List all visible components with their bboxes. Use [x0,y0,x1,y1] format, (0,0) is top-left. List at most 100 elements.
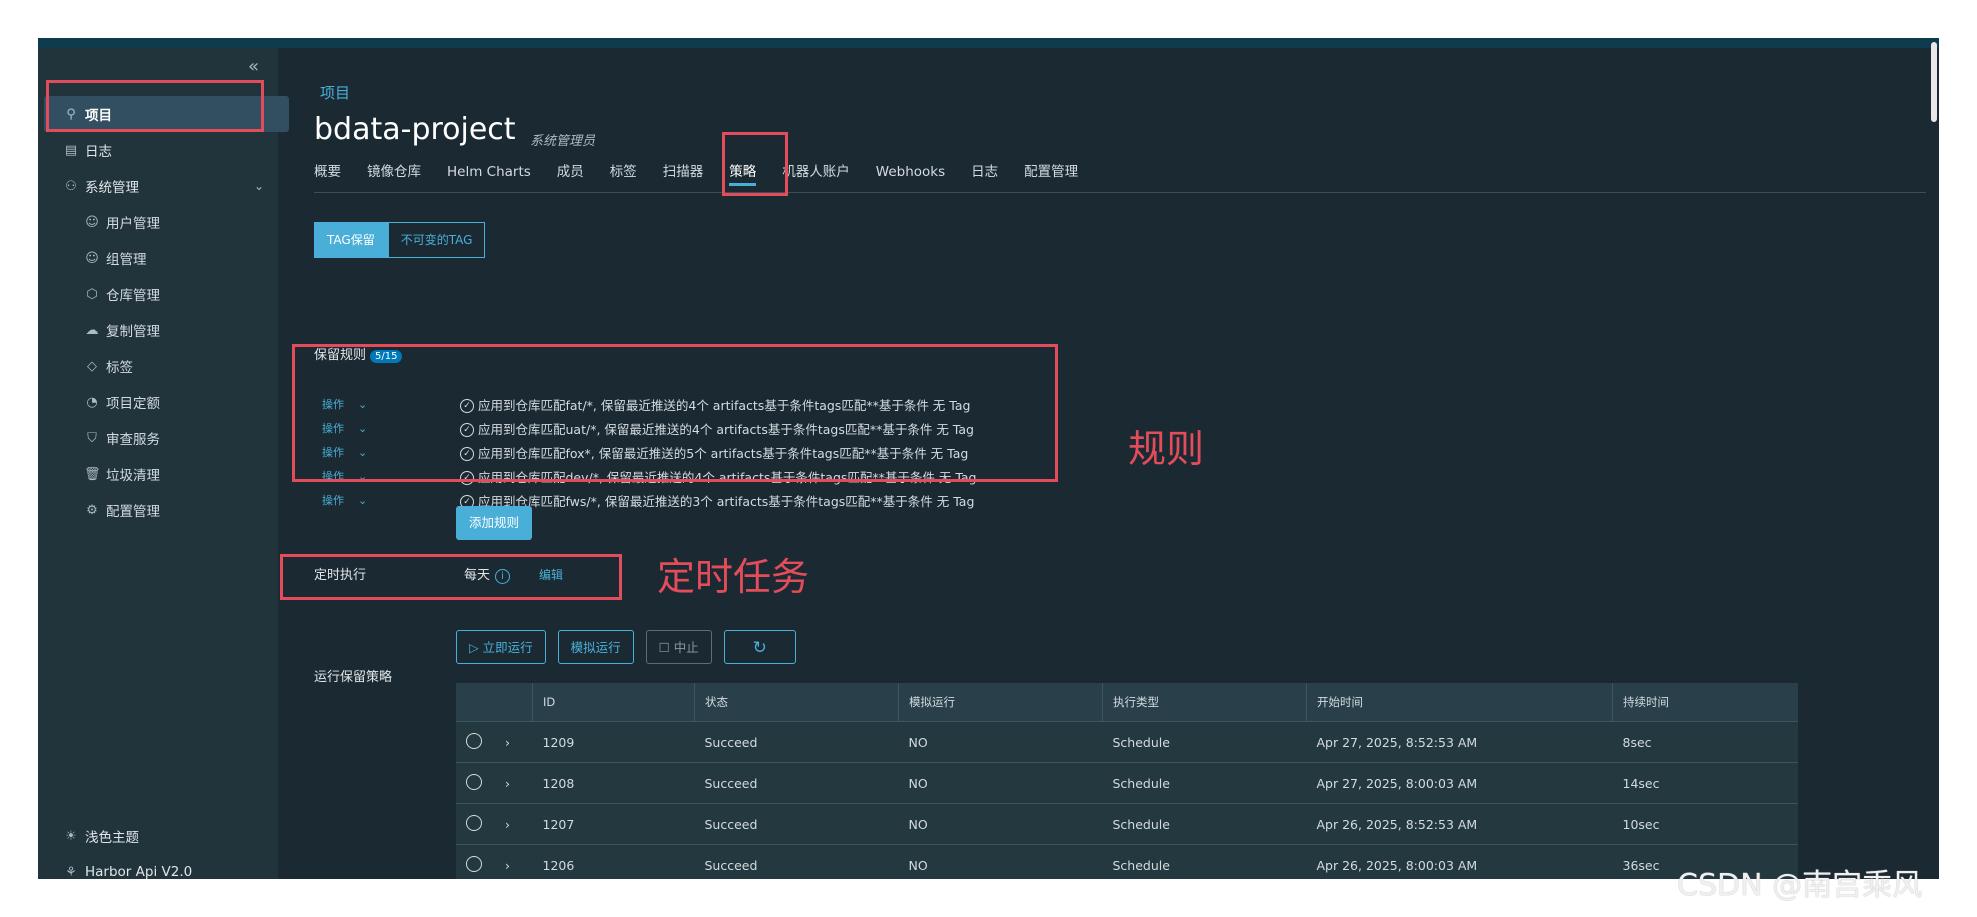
cell-id: 1206 [532,844,695,879]
tab-members[interactable]: 成员 [557,162,584,188]
theme-label: 浅色主题 [85,830,139,846]
sidebar-item-label: 配置管理 [106,504,160,520]
column-header-trigger[interactable]: 执行类型 [1102,683,1307,722]
log-icon: ▤ [64,142,78,158]
column-header-status[interactable]: 状态 [694,683,899,722]
add-rule-button[interactable]: 添加规则 [456,506,533,540]
cell-trigger: Schedule [1102,803,1307,845]
tab-divider [314,192,1926,193]
sidebar-item-config[interactable]: ⚙ 配置管理 [38,492,278,528]
sidebar: « ⚲ 项目 ▤ 日志 ⚇ 系统管理 ⌄ ☺ 用户管理 ☺ 组管理 ⬡ 仓库管理… [38,48,289,879]
cell-dry-run: NO [898,803,1103,845]
watermark: CSDN @南宫乘风 [1677,868,1923,903]
collapse-sidebar-icon[interactable]: « [248,56,259,77]
row-select[interactable] [456,844,495,879]
sidebar-item-replication[interactable]: ☁ 复制管理 [38,312,278,348]
rule-description: 应用到仓库匹配fws/*, 保留最近推送的3个 artifacts基于条件tag… [478,493,975,509]
expand-row-icon[interactable]: › [495,762,533,804]
tab-scanner[interactable]: 扫描器 [663,162,704,188]
api-link[interactable]: ⚘ Harbor Api V2.0 [38,854,278,879]
top-bar [38,38,1939,48]
sidebar-item-admin[interactable]: ⚇ 系统管理 ⌄ [38,168,278,204]
abort-button[interactable]: ☐ 中止 [645,630,712,664]
cloud-icon: ☁ [85,322,99,338]
page-title: bdata-project [314,112,516,147]
sidebar-item-label: 日志 [85,144,112,160]
cell-dry-run: NO [898,762,1103,804]
cell-dry-run: NO [898,721,1103,763]
sidebar-item-label: 复制管理 [106,324,160,340]
tab-helm-charts[interactable]: Helm Charts [447,162,531,188]
execution-table: ID 状态 模拟运行 执行类型 开始时间 持续时间 › 1209 Succeed… [456,683,1798,879]
app-window: « ⚲ 项目 ▤ 日志 ⚇ 系统管理 ⌄ ☺ 用户管理 ☺ 组管理 ⬡ 仓库管理… [38,38,1939,879]
expand-row-icon[interactable]: › [495,803,533,845]
sidebar-item-label: 用户管理 [106,216,160,232]
row-select[interactable] [456,721,495,763]
dry-run-button[interactable]: 模拟运行 [557,630,634,664]
sidebar-item-users[interactable]: ☺ 用户管理 [38,204,278,240]
table-row[interactable]: › 1208 Succeed NO Schedule Apr 27, 2025,… [456,762,1798,804]
radio-button[interactable] [466,732,482,749]
expand-row-icon[interactable]: › [495,844,533,879]
tab-labels[interactable]: 标签 [610,162,637,188]
tag-retention-button[interactable]: TAG保留 [314,222,388,258]
breadcrumb[interactable]: 项目 [320,82,350,103]
sidebar-item-labels[interactable]: ◇ 标签 [38,348,278,384]
sidebar-item-registries[interactable]: ⬡ 仓库管理 [38,276,278,312]
run-now-button[interactable]: ▷ 立即运行 [456,630,546,664]
sidebar-item-groups[interactable]: ☺ 组管理 [38,240,278,276]
table-row[interactable]: › 1206 Succeed NO Schedule Apr 26, 2025,… [456,844,1798,879]
radio-button[interactable] [466,814,482,831]
table-row[interactable]: › 1209 Succeed NO Schedule Apr 27, 2025,… [456,721,1798,763]
tab-summary[interactable]: 概要 [314,162,341,188]
theme-toggle[interactable]: ☀ 浅色主题 [38,818,278,854]
column-header-duration[interactable]: 持续时间 [1612,683,1798,722]
cell-trigger: Schedule [1102,844,1307,879]
cell-duration: 14sec [1612,762,1798,804]
scrollbar[interactable] [1931,42,1937,122]
cell-id: 1209 [532,721,695,763]
rule-action-dropdown[interactable]: 操作 ⌄ [322,492,460,508]
annotation-cron: 定时任务 [657,555,810,599]
column-header-id[interactable]: ID [532,683,695,722]
project-tabs: 概要 镜像仓库 Helm Charts 成员 标签 扫描器 策略 机器人账户 W… [314,162,1104,190]
column-header-start-time[interactable]: 开始时间 [1306,683,1613,722]
sidebar-item-label: 垃圾清理 [106,468,160,484]
sidebar-item-quotas[interactable]: ◔ 项目定额 [38,384,278,420]
refresh-icon[interactable]: ↻ [723,630,796,664]
sidebar-item-gc[interactable]: 🗑 垃圾清理 [38,456,278,492]
radio-button[interactable] [466,855,482,872]
cell-status: Succeed [694,803,899,845]
tab-robot-accounts[interactable]: 机器人账户 [782,162,850,188]
highlight-box-schedule [280,554,622,600]
cell-trigger: Schedule [1102,721,1307,763]
row-select[interactable] [456,762,495,804]
sidebar-item-logs[interactable]: ▤ 日志 [38,132,278,168]
annotation-rules: 规则 [1128,427,1205,471]
tab-webhooks[interactable]: Webhooks [876,162,945,188]
policy-segment: TAG保留 不可变的TAG [314,222,486,258]
list-item: 操作 ⌄ ✓ 应用到仓库匹配fws/*, 保留最近推送的3个 artifacts基… [322,488,977,512]
radio-button[interactable] [466,773,482,790]
gear-icon: ⚙ [86,502,98,518]
table-row[interactable]: › 1207 Succeed NO Schedule Apr 26, 2025,… [456,803,1798,845]
cell-status: Succeed [694,844,899,879]
expand-row-icon[interactable]: › [495,721,533,763]
column-header-dry-run[interactable]: 模拟运行 [898,683,1103,722]
row-select[interactable] [456,803,495,845]
cell-status: Succeed [694,762,899,804]
api-icon: ⚘ [65,864,77,880]
admin-icon: ⚇ [65,178,77,194]
sidebar-item-interrogation[interactable]: ⛉ 审查服务 [38,420,278,456]
cell-status: Succeed [694,721,899,763]
tab-logs[interactable]: 日志 [971,162,998,188]
sun-icon: ☀ [65,828,77,844]
tab-configuration[interactable]: 配置管理 [1024,162,1078,188]
immutable-tag-button[interactable]: 不可变的TAG [387,222,486,258]
sidebar-item-label: 标签 [106,360,133,376]
api-label: Harbor Api V2.0 [85,864,193,879]
shield-icon: ⛉ [87,430,97,446]
tab-repositories[interactable]: 镜像仓库 [367,162,421,188]
run-actions: ▷ 立即运行 模拟运行 ☐ 中止 ↻ [456,630,796,664]
highlight-box-project [46,80,264,132]
